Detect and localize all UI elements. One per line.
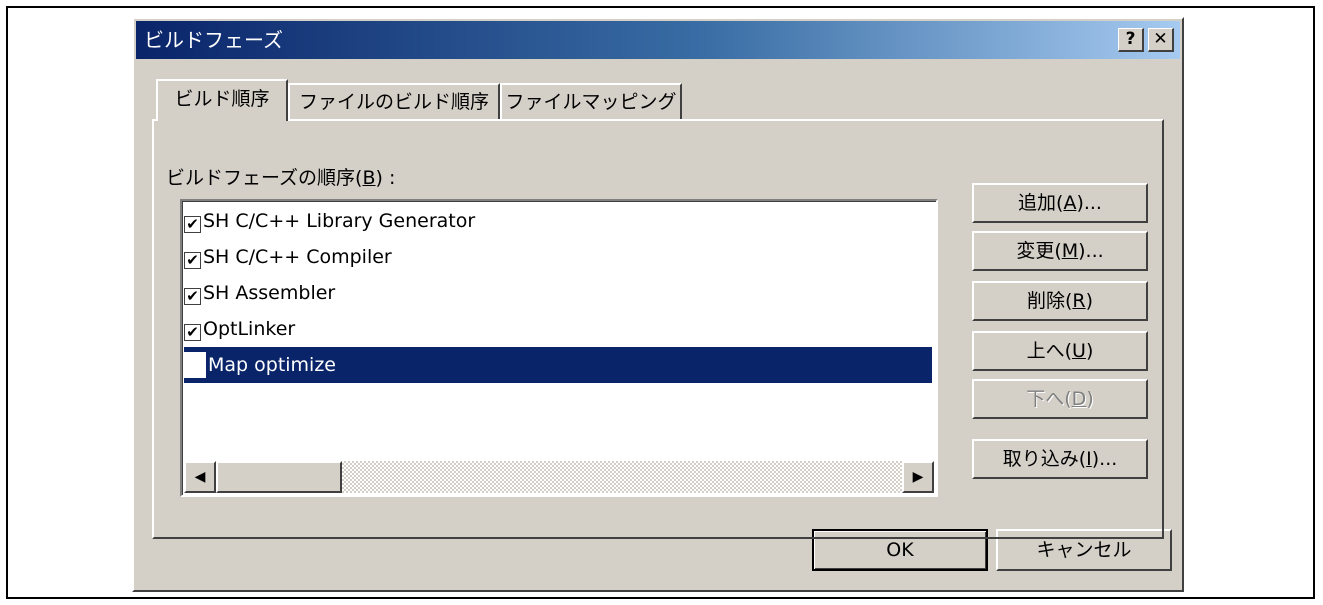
close-button[interactable]: ✕ xyxy=(1148,28,1174,52)
tab-file-mapping[interactable]: ファイルマッピング xyxy=(500,83,682,121)
tab-build-order[interactable]: ビルド順序 xyxy=(156,79,288,121)
tab-file-build-order[interactable]: ファイルのビルド順序 xyxy=(288,83,500,121)
title-bar[interactable]: ビルドフェーズ ? ✕ xyxy=(136,21,1180,59)
build-phase-dialog: ビルドフェーズ ? ✕ ビルド順序 ファイルのビルド順序 ファイルマッピング ビ… xyxy=(132,17,1184,592)
help-button[interactable]: ? xyxy=(1118,28,1144,52)
dialog-title: ビルドフェーズ xyxy=(144,28,283,52)
tab-panel xyxy=(152,119,1164,539)
